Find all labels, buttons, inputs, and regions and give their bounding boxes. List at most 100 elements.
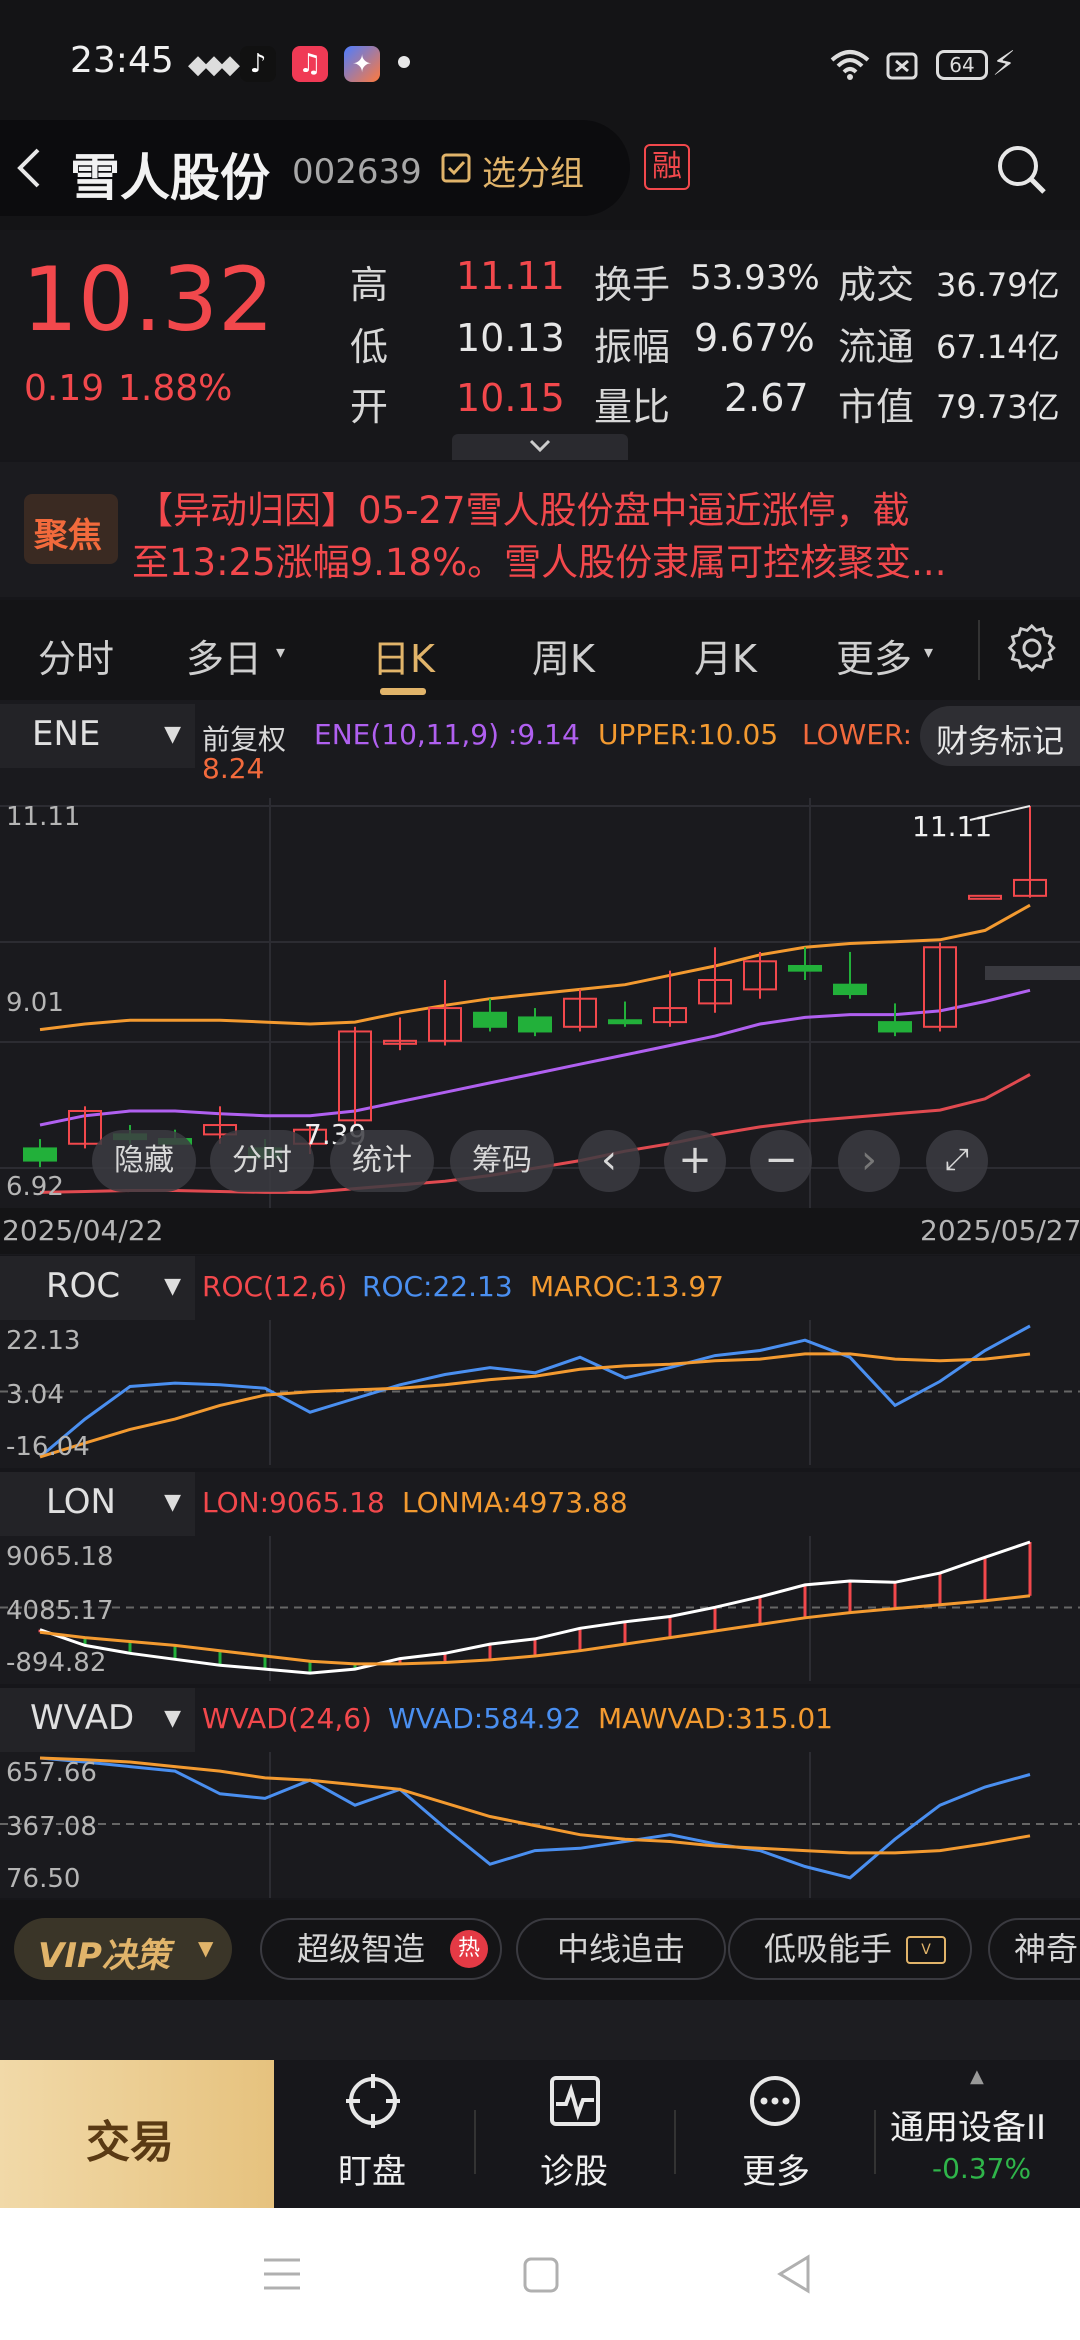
chip-dip-buyer[interactable]: 低吸能手 V (728, 1918, 972, 1980)
wvad-chart[interactable] (0, 1752, 1080, 1898)
vip-decision-button[interactable]: VIP决策 ▼ (14, 1918, 232, 1980)
roc-chart[interactable] (0, 1320, 1080, 1465)
sector-button[interactable]: ▲ 通用设备II -0.37% (876, 2060, 1080, 2208)
volume-ratio-value: 2.67 (724, 376, 809, 420)
chevron-down-icon (529, 439, 551, 453)
search-icon[interactable] (994, 142, 1050, 198)
tab-active-indicator (380, 688, 426, 695)
indicator-select-lon[interactable]: LON ▼ (0, 1472, 195, 1536)
mcap-label: 市值 (838, 385, 915, 429)
indicator-select-ene[interactable]: ENE ▼ (0, 704, 195, 768)
focus-badge-label: 聚焦 (34, 516, 102, 556)
watch-button[interactable]: 盯盘 (274, 2060, 474, 2208)
menu-icon[interactable] (262, 2256, 302, 2292)
more-button-label: 更多 (742, 2152, 810, 2192)
news-line-1: 【异动归因】05-27雪人股份盘中逼近涨停，截 (136, 489, 910, 532)
lower-legend: LOWER: (802, 718, 913, 751)
tab-multiday[interactable]: 多日 (186, 628, 262, 683)
bar-divider (674, 2110, 676, 2174)
amplitude-label: 振幅 (594, 325, 671, 369)
financial-mark-label: 财务标记 (936, 722, 1065, 760)
low-label: 低 (350, 325, 389, 369)
series-wvad-line (39, 1756, 1031, 1880)
chip-super-manufacturing[interactable]: 超级智造 热 (260, 1918, 502, 1980)
wvad-value: WVAD:584.92 (388, 1702, 582, 1735)
gear-icon[interactable] (1006, 624, 1058, 676)
tab-monthly-k[interactable]: 月K (694, 628, 757, 683)
zoom-out-icon[interactable]: − (750, 1130, 812, 1192)
candle-body (473, 1011, 507, 1028)
stats-button[interactable]: 统计 (330, 1130, 434, 1192)
tab-multiday-caret-icon: ▾ (276, 642, 286, 663)
tab-weekly-k[interactable]: 周K (532, 628, 595, 683)
more-button[interactable]: 更多 (674, 2060, 874, 2208)
candle-body (968, 894, 1002, 900)
roc-y-top: 22.13 (6, 1326, 81, 1356)
lonma-value: LONMA:4973.88 (402, 1486, 628, 1519)
back-triangle-icon[interactable] (776, 2254, 812, 2294)
high-label: 高 (350, 263, 389, 307)
target-icon (346, 2074, 400, 2128)
intraday-button-label: 分时 (232, 1143, 292, 1178)
chip-magic[interactable]: 神奇 (988, 1918, 1080, 1980)
diagnose-button[interactable]: 诊股 (474, 2060, 674, 2208)
high-value: 11.11 (456, 254, 565, 298)
section-divider (0, 2000, 1080, 2060)
price-change: 0.19 (24, 368, 105, 409)
app-icon: ✦ (344, 46, 380, 82)
chip-mid-line-chase-label: 中线追击 (556, 1930, 685, 1968)
checkbox-icon (441, 153, 471, 183)
open-value: 10.15 (456, 376, 565, 420)
home-icon[interactable] (522, 2256, 560, 2294)
intraday-button[interactable]: 分时 (210, 1130, 314, 1192)
dropdown-caret-icon: ▼ (164, 722, 181, 747)
sector-change: -0.37% (932, 2152, 1032, 2185)
date-end: 2025/05/27 (920, 1214, 1080, 1247)
prev-icon[interactable]: ‹ (578, 1130, 640, 1192)
volume-ratio-label: 量比 (594, 385, 671, 429)
tab-more-caret-icon: ▾ (924, 642, 934, 663)
signal-dots-icon: ◆◆◆ (188, 50, 240, 80)
tab-daily-k[interactable]: 日K (372, 628, 435, 683)
dropdown-caret-icon: ▼ (164, 1490, 181, 1515)
fullscreen-icon[interactable]: ⤢ (926, 1130, 988, 1192)
news-banner[interactable]: 聚焦 【异动归因】05-27雪人股份盘中逼近涨停，截 至13:25涨幅9.18%… (0, 462, 1080, 597)
wvad-indicator-name: WVAD (30, 1698, 135, 1738)
stock-name: 雪人股份 (70, 149, 270, 207)
chips-button[interactable]: 筹码 (450, 1130, 554, 1192)
candle-body (833, 983, 867, 996)
zoom-in-icon[interactable]: + (664, 1130, 726, 1192)
financial-mark-button[interactable]: 财务标记 (920, 706, 1080, 766)
more-dots-icon (750, 2076, 800, 2126)
status-time: 23:45 (70, 40, 174, 81)
lon-y-top: 9065.18 (6, 1542, 114, 1572)
trade-button[interactable]: 交易 (0, 2060, 274, 2208)
stock-code: 002639 (292, 152, 422, 192)
chevron-up-icon: ▲ (970, 2066, 984, 2087)
tab-more[interactable]: 更多 (836, 628, 912, 683)
kline-y-bottom: 6.92 (6, 1172, 64, 1202)
next-icon[interactable]: › (838, 1130, 900, 1192)
indicator-name: ENE (32, 714, 101, 754)
lon-chart[interactable] (0, 1536, 1080, 1681)
maroc-value: MAROC:13.97 (530, 1270, 724, 1303)
wvad-y-mid: 367.08 (6, 1812, 97, 1842)
status-bar: 23:45 ◆◆◆ ♪ ♫ ✦ 64 ⚡ (0, 0, 1080, 120)
back-icon[interactable] (14, 146, 44, 190)
turnover-label: 换手 (594, 263, 671, 307)
tabs-divider (978, 620, 980, 680)
date-axis: 2025/04/22 2025/05/27 (0, 1208, 1080, 1254)
strategy-row: VIP决策 ▼ 超级智造 热 中线追击 低吸能手 V 神奇 (0, 1900, 1080, 2000)
tab-intraday[interactable]: 分时 (38, 628, 114, 683)
price-line-marker (985, 966, 1080, 980)
lon-indicator-name: LON (46, 1482, 116, 1522)
chip-mid-line-chase[interactable]: 中线追击 (516, 1918, 726, 1980)
indicator-select-roc[interactable]: ROC ▼ (0, 1256, 195, 1320)
hide-button[interactable]: 隐藏 (92, 1130, 196, 1192)
indicator-select-wvad[interactable]: WVAD ▼ (0, 1688, 195, 1752)
focus-badge: 聚焦 (24, 494, 118, 564)
expand-quote-button[interactable] (452, 434, 628, 460)
trade-button-label: 交易 (86, 2117, 174, 2168)
dropdown-caret-icon: ▼ (164, 1274, 181, 1299)
float-label: 流通 (838, 325, 915, 369)
